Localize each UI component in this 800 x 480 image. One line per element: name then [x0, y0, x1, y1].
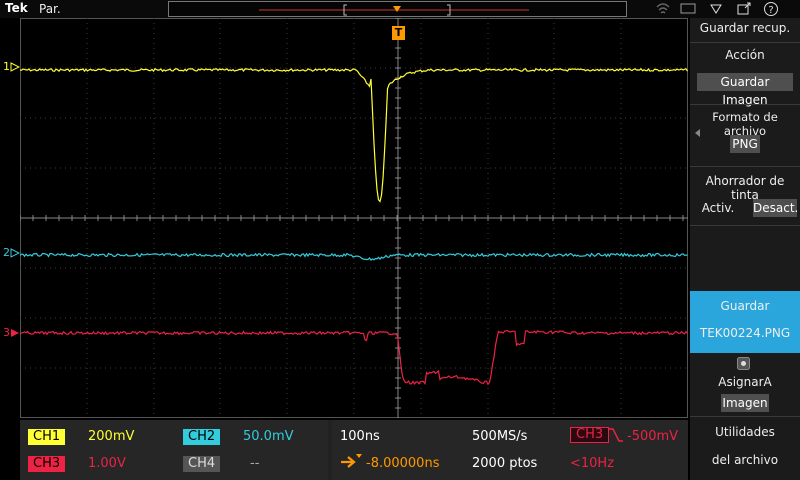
assign-label: AsignarA: [718, 375, 772, 389]
timebase-readout[interactable]: 100ns: [340, 429, 380, 444]
ch4-scale: --: [250, 456, 260, 471]
waveform-graticule[interactable]: [20, 18, 688, 418]
side-menu: Guardar recup. Acción Guardar Imagen For…: [690, 18, 800, 480]
action-label: Acción: [725, 48, 765, 62]
record-view-bar[interactable]: [168, 1, 627, 17]
save-filename: TEK00224.PNG: [699, 326, 791, 340]
brand-logo: Tek: [5, 1, 28, 15]
assign-icon: [737, 357, 750, 370]
ch1-ground-marker[interactable]: [10, 62, 20, 72]
scroll-left-icon: [695, 129, 700, 137]
action-select[interactable]: Guardar Imagen: [697, 73, 793, 107]
falling-edge-icon: [609, 428, 623, 442]
ch2-scale: 50.0mV: [243, 429, 294, 444]
status-panel: CH1 200mV CH2 50.0mV CH3 1.00V CH4 -- 10…: [20, 420, 688, 480]
trigger-frequency: <10Hz: [570, 456, 615, 471]
utilities-line1: Utilidades: [715, 425, 775, 439]
assign-select[interactable]: Imagen: [721, 394, 769, 412]
ch2-button[interactable]: CH2: [183, 429, 221, 445]
export-icon[interactable]: [736, 1, 752, 15]
ink-saver-on[interactable]: Activ.: [698, 201, 738, 215]
horizontal-delay[interactable]: -8.00000ns: [366, 456, 439, 471]
trigger-source-button[interactable]: CH3: [570, 427, 610, 443]
record-view-graphic: [259, 4, 529, 16]
ch1-button[interactable]: CH1: [28, 429, 66, 445]
ch3-button[interactable]: CH3: [28, 456, 66, 472]
ch3-marker-label: 3: [3, 326, 10, 339]
format-label: Formato de archivo: [712, 110, 778, 138]
record-length: 2000 ptos: [472, 456, 538, 471]
ink-saver-off[interactable]: Desact.: [753, 199, 798, 217]
utilities-line2: del archivo: [711, 453, 779, 467]
acquisition-state: Par.: [39, 2, 61, 16]
ch3-scale: 1.00V: [88, 456, 126, 471]
delay-arrow-icon: [341, 454, 362, 468]
help-icon[interactable]: ?: [763, 1, 779, 17]
wifi-icon: [656, 3, 670, 14]
ch1-scale: 200mV: [88, 429, 135, 444]
trigger-position-marker[interactable]: T: [392, 26, 405, 40]
sample-rate-readout: 500MS/s: [472, 429, 528, 444]
save-button[interactable]: Guardar TEK00224.PNG: [690, 291, 800, 353]
save-label: Guardar: [720, 299, 770, 313]
menu-title: Guardar recup.: [699, 21, 791, 35]
format-select[interactable]: PNG: [730, 135, 760, 153]
ch3-ground-marker[interactable]: [10, 328, 20, 338]
ch1-marker-label: 1: [3, 60, 10, 73]
ch2-marker-label: 2: [3, 246, 10, 259]
svg-text:?: ?: [768, 5, 773, 16]
display-icon[interactable]: [680, 2, 696, 15]
grid: [20, 18, 688, 418]
file-utilities-button[interactable]: Utilidades del archivo: [690, 417, 800, 480]
ch2-waveform: [20, 252, 688, 261]
ch4-button[interactable]: CH4: [183, 456, 221, 472]
top-status-bar: Tek Par. ?: [0, 0, 800, 18]
ink-saver-label: Ahorrador de tinta: [705, 174, 785, 202]
trigger-level[interactable]: -500mV: [627, 429, 678, 444]
touch-icon[interactable]: [708, 2, 724, 15]
ch2-ground-marker[interactable]: [10, 248, 20, 258]
